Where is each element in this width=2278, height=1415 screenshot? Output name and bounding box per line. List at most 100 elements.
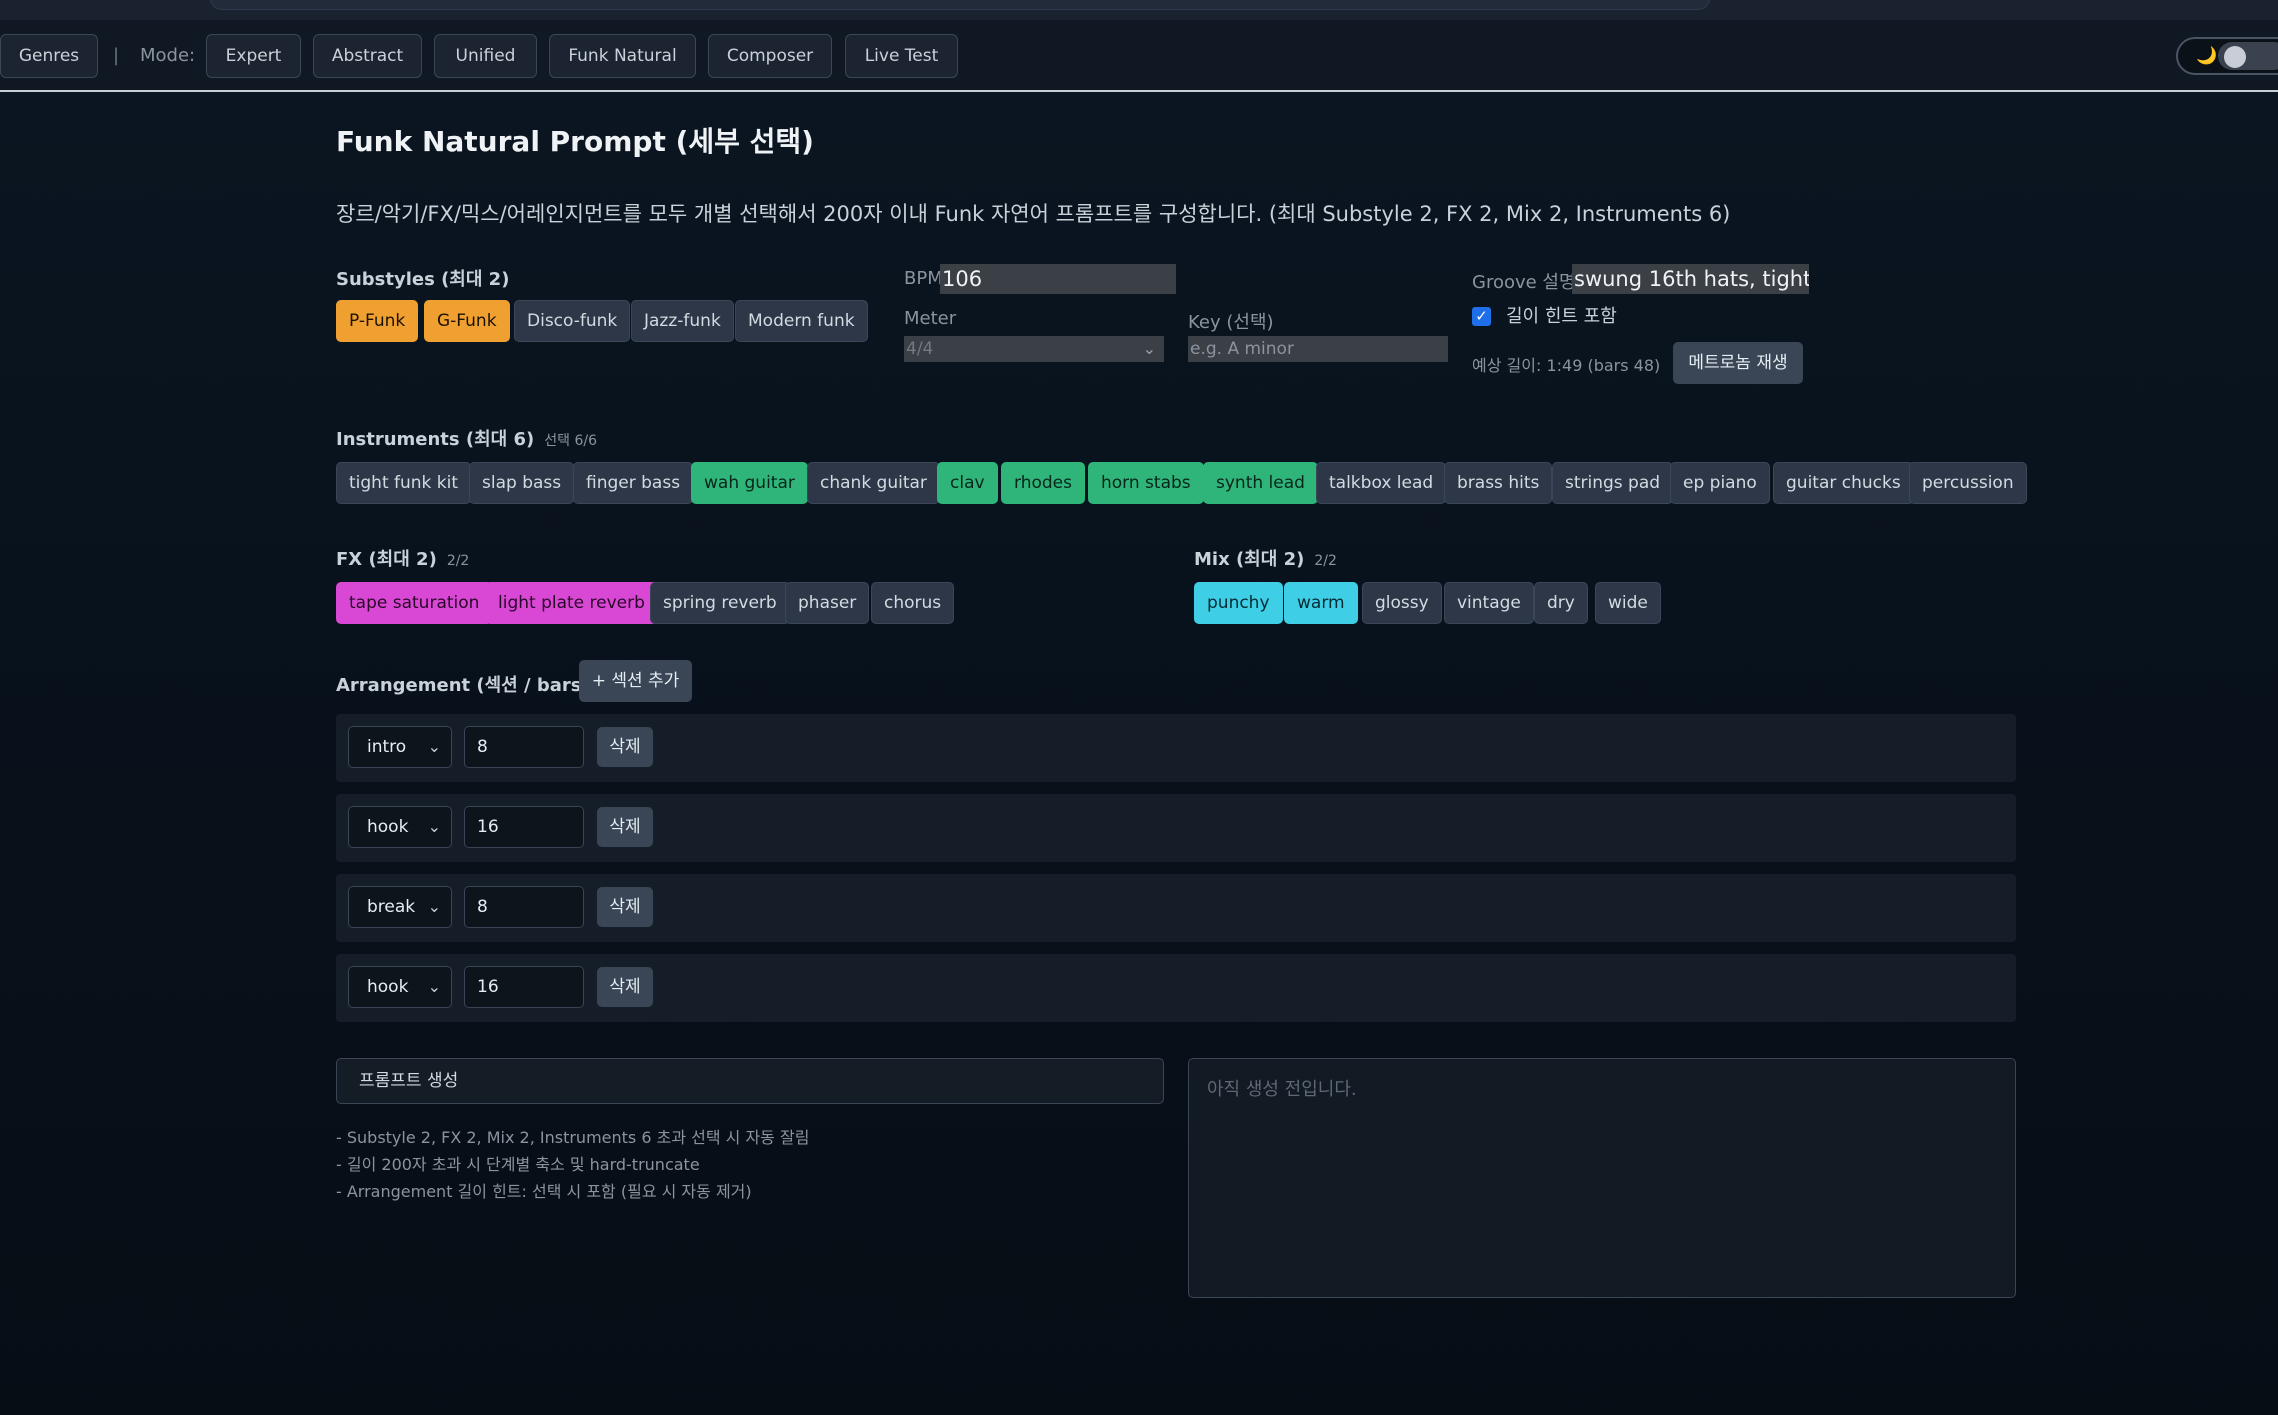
mode-composer-button[interactable]: Composer (708, 34, 832, 78)
delete-section-button[interactable]: 삭제 (597, 967, 653, 1007)
bpm-input[interactable]: 106 (940, 264, 1176, 294)
instrument-chip-ep-piano[interactable]: ep piano (1670, 462, 1770, 504)
section-select[interactable]: break ⌄ (348, 886, 452, 928)
bars-input[interactable]: 16 (464, 806, 584, 848)
fx-label-text: FX (최대 2) (336, 549, 437, 570)
chevron-down-icon: ⌄ (427, 737, 441, 756)
theme-toggle[interactable]: 🌙 (2176, 37, 2278, 75)
section-select[interactable]: intro ⌄ (348, 726, 452, 768)
meter-value: 4/4 (906, 339, 934, 359)
section-value: intro (367, 737, 407, 757)
instrument-chip-brass-hits[interactable]: brass hits (1444, 462, 1553, 504)
section-select[interactable]: hook ⌄ (348, 966, 452, 1008)
note-line: - Arrangement 길이 힌트: 선택 시 포함 (필요 시 자동 제거… (336, 1182, 752, 1201)
mode-expert-button[interactable]: Expert (206, 34, 301, 78)
substyles-label: Substyles (최대 2) (336, 269, 510, 290)
substyle-chip-modern-funk[interactable]: Modern funk (735, 300, 868, 342)
substyle-chip-jazz-funk[interactable]: Jazz-funk (631, 300, 734, 342)
bpm-label: BPM (904, 268, 943, 289)
delete-section-button[interactable]: 삭제 (597, 727, 653, 767)
section-value: hook (367, 977, 409, 997)
instrument-chip-strings-pad[interactable]: strings pad (1552, 462, 1674, 504)
estimated-length: 예상 길이: 1:49 (bars 48) (1472, 356, 1661, 375)
bars-input[interactable]: 16 (464, 966, 584, 1008)
metronome-button[interactable]: 메트로놈 재생 (1673, 342, 1803, 384)
mix-chip-vintage[interactable]: vintage (1444, 582, 1534, 624)
genres-button[interactable]: Genres (0, 34, 98, 78)
chevron-down-icon: ⌄ (427, 897, 441, 916)
mode-navbar: Genres | Mode: Expert Abstract Unified F… (0, 20, 2278, 92)
mode-abstract-button[interactable]: Abstract (313, 34, 422, 78)
substyle-chip-g-funk[interactable]: G-Funk (424, 300, 510, 342)
instruments-count: 선택 6/6 (544, 433, 597, 449)
generate-prompt-button[interactable]: 프롬프트 생성 (336, 1058, 1164, 1104)
key-label: Key (선택) (1188, 312, 1274, 333)
instrument-chip-guitar-chucks[interactable]: guitar chucks (1773, 462, 1914, 504)
section-value: hook (367, 817, 409, 837)
instrument-chip-tight-funk-kit[interactable]: tight funk kit (336, 462, 472, 504)
delete-section-button[interactable]: 삭제 (597, 887, 653, 927)
fx-chip-spring-reverb[interactable]: spring reverb (650, 582, 790, 624)
chevron-down-icon: ⌄ (1142, 339, 1156, 358)
instrument-chip-horn-stabs[interactable]: horn stabs (1088, 462, 1204, 504)
instrument-chip-talkbox-lead[interactable]: talkbox lead (1316, 462, 1447, 504)
browser-top-strip (0, 0, 2278, 20)
arrangement-row: break ⌄ 8 삭제 (336, 874, 2016, 942)
section-select[interactable]: hook ⌄ (348, 806, 452, 848)
moon-icon: 🌙 (2196, 46, 2218, 66)
substyle-chip-disco-funk[interactable]: Disco-funk (514, 300, 631, 342)
instrument-chip-synth-lead[interactable]: synth lead (1203, 462, 1318, 504)
groove-label: Groove 설명 (1472, 272, 1576, 293)
page-description: 장르/악기/FX/믹스/어레인지먼트를 모두 개별 선택해서 200자 이내 F… (336, 202, 1731, 226)
instrument-chip-percussion[interactable]: percussion (1909, 462, 2027, 504)
length-hint-checkbox[interactable]: ✓ (1472, 307, 1491, 326)
add-section-button[interactable]: + 섹션 추가 (579, 660, 692, 702)
instrument-chip-rhodes[interactable]: rhodes (1001, 462, 1085, 504)
arrangement-row: hook ⌄ 16 삭제 (336, 954, 2016, 1022)
fx-chip-light-plate-reverb[interactable]: light plate reverb (485, 582, 658, 624)
mix-chip-punchy[interactable]: punchy (1194, 582, 1283, 624)
fx-count: 2/2 (446, 553, 470, 569)
meter-select[interactable]: 4/4 ⌄ (904, 336, 1164, 362)
mix-chip-warm[interactable]: warm (1284, 582, 1358, 624)
fx-chip-tape-saturation[interactable]: tape saturation (336, 582, 493, 624)
mode-live-test-button[interactable]: Live Test (845, 34, 958, 78)
mix-chip-dry[interactable]: dry (1534, 582, 1588, 624)
note-line: - Substyle 2, FX 2, Mix 2, Instruments 6… (336, 1128, 810, 1147)
toggle-knob (2224, 46, 2246, 68)
prompt-output[interactable]: 아직 생성 전입니다. (1188, 1058, 2016, 1298)
instrument-chip-wah-guitar[interactable]: wah guitar (691, 462, 808, 504)
instruments-label-text: Instruments (최대 6) (336, 429, 535, 450)
mix-chip-glossy[interactable]: glossy (1362, 582, 1442, 624)
chevron-down-icon: ⌄ (427, 977, 441, 996)
nav-separator: | (113, 45, 120, 66)
substyle-chip-p-funk[interactable]: P-Funk (336, 300, 419, 342)
bars-input[interactable]: 8 (464, 726, 584, 768)
mode-funk-natural-button[interactable]: Funk Natural (549, 34, 696, 78)
mix-label: Mix (최대 2) 2/2 (1194, 545, 1337, 571)
instrument-chip-finger-bass[interactable]: finger bass (573, 462, 694, 504)
delete-section-button[interactable]: 삭제 (597, 807, 653, 847)
output-placeholder: 아직 생성 전입니다. (1207, 1079, 1357, 1100)
section-value: break (367, 897, 416, 917)
mode-unified-button[interactable]: Unified (434, 34, 537, 78)
mode-label: Mode: (140, 45, 196, 66)
key-input[interactable]: e.g. A minor (1188, 336, 1448, 362)
arrangement-row: hook ⌄ 16 삭제 (336, 794, 2016, 862)
fx-chip-chorus[interactable]: chorus (871, 582, 955, 624)
bars-input[interactable]: 8 (464, 886, 584, 928)
instrument-chip-slap-bass[interactable]: slap bass (469, 462, 575, 504)
fx-chip-phaser[interactable]: phaser (785, 582, 870, 624)
mix-label-text: Mix (최대 2) (1194, 549, 1305, 570)
instrument-chip-clav[interactable]: clav (937, 462, 998, 504)
page-title: Funk Natural Prompt (세부 선택) (336, 125, 814, 158)
arrangement-label: Arrangement (섹션 / bars) (336, 675, 590, 696)
note-line: - 길이 200자 초과 시 단계별 축소 및 hard-truncate (336, 1155, 700, 1174)
instrument-chip-chank-guitar[interactable]: chank guitar (807, 462, 940, 504)
chevron-down-icon: ⌄ (427, 817, 441, 836)
mix-chip-wide[interactable]: wide (1595, 582, 1661, 624)
address-bar[interactable] (210, 0, 1710, 10)
meter-label: Meter (904, 308, 957, 329)
groove-input[interactable]: swung 16th hats, tight b (1572, 264, 1809, 294)
arrangement-row: intro ⌄ 8 삭제 (336, 714, 2016, 782)
